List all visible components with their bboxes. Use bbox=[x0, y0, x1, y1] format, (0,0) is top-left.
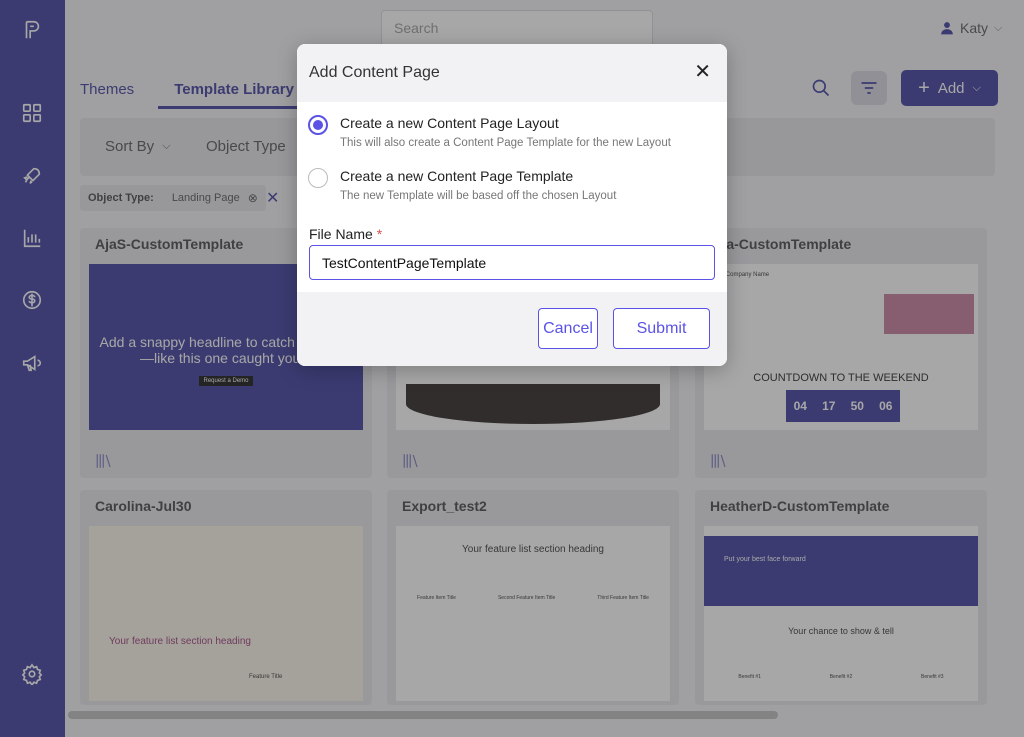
file-name-label: File Name * bbox=[309, 226, 382, 242]
option-description: The new Template will be based off the c… bbox=[340, 190, 617, 202]
required-asterisk: * bbox=[376, 226, 383, 242]
dialog-title: Add Content Page bbox=[309, 64, 440, 81]
option-label: Create a new Content Page Layout bbox=[340, 115, 559, 131]
file-name-input[interactable] bbox=[309, 245, 715, 280]
dialog-footer: Cancel Submit bbox=[297, 292, 727, 366]
option-label: Create a new Content Page Template bbox=[340, 168, 574, 184]
radio-create-layout[interactable] bbox=[308, 115, 328, 135]
close-icon[interactable]: ✕ bbox=[694, 62, 711, 82]
cancel-button[interactable]: Cancel bbox=[538, 308, 598, 349]
option-create-template[interactable]: Create a new Content Page Template The n… bbox=[308, 168, 616, 202]
add-content-page-dialog: Add Content Page ✕ Create a new Content … bbox=[297, 44, 727, 366]
submit-button[interactable]: Submit bbox=[613, 308, 710, 349]
dialog-header: Add Content Page bbox=[297, 44, 727, 102]
file-name-label-text: File Name bbox=[309, 226, 373, 242]
option-description: This will also create a Content Page Tem… bbox=[340, 137, 671, 149]
option-create-layout[interactable]: Create a new Content Page Layout This wi… bbox=[308, 115, 671, 149]
radio-create-template[interactable] bbox=[308, 168, 328, 188]
